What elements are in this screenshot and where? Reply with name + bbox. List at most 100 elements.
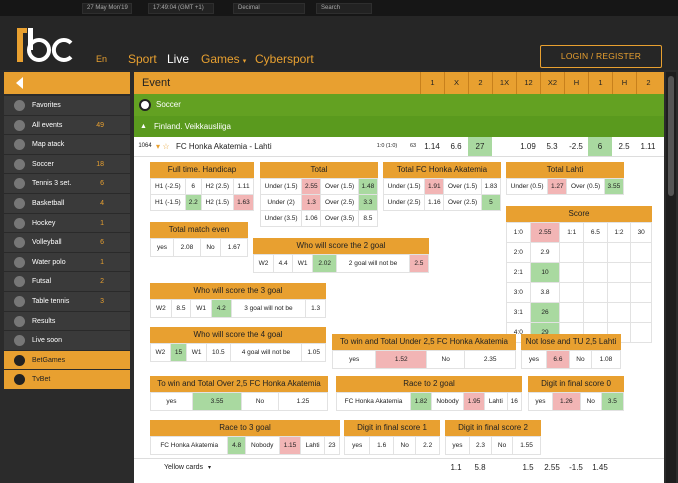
odds-cell[interactable]: 1.3 [301, 194, 322, 211]
odds-cell[interactable] [583, 282, 608, 303]
odds-cell[interactable]: 8.5 [357, 210, 379, 227]
sidebar-item[interactable]: Results [4, 311, 130, 332]
odds-cell[interactable]: 16 [506, 392, 523, 411]
odds-cell[interactable]: -2.5 [564, 137, 588, 156]
nav-cybersport[interactable]: Cybersport [255, 52, 314, 66]
odds-cell[interactable]: -1.5 [564, 459, 588, 477]
odds-format-select[interactable]: Decimal [233, 3, 305, 14]
sidebar-item[interactable]: All events 49 [4, 115, 130, 136]
odds-cell[interactable]: 5 [480, 194, 502, 211]
odds-cell[interactable] [630, 262, 652, 283]
sidebar-item[interactable]: Favorites [4, 96, 130, 116]
odds-cell[interactable]: 1.1 [444, 459, 468, 477]
odds-cell[interactable]: 1.09 [516, 137, 540, 156]
sidebar-item[interactable]: Hockey 1 [4, 213, 130, 234]
odds-cell[interactable]: 1.26 [551, 392, 581, 411]
nav-sport[interactable]: Sport [128, 52, 157, 66]
sidebar-item[interactable]: Tennis 3 set. 6 [4, 174, 130, 194]
odds-cell[interactable]: 1.52 [375, 350, 428, 369]
login-register-button[interactable]: LOGIN / REGISTER [540, 45, 662, 68]
odds-cell[interactable]: 1.67 [220, 238, 248, 257]
sidebar-item[interactable]: Map atack [4, 135, 130, 155]
sidebar-item[interactable]: Basketball 4 [4, 193, 130, 214]
logo[interactable] [15, 24, 75, 66]
odds-cell[interactable]: 10 [529, 262, 561, 283]
scrollbar-thumb[interactable] [668, 76, 674, 196]
odds-cell[interactable]: 2.3 [468, 436, 493, 455]
odds-cell[interactable]: 2.35 [464, 350, 516, 369]
odds-cell[interactable]: 1.6 [369, 436, 394, 455]
odds-cell[interactable]: 2.02 [312, 254, 338, 273]
odds-cell[interactable]: 6.5 [583, 222, 608, 243]
odds-cell[interactable]: 1.63 [232, 194, 255, 211]
odds-cell[interactable] [630, 282, 652, 303]
odds-cell[interactable]: 15 [169, 343, 188, 362]
odds-cell[interactable] [630, 302, 652, 323]
odds-cell[interactable]: 4.2 [210, 299, 232, 318]
odds-cell[interactable] [630, 322, 652, 343]
odds-cell[interactable]: 6 [588, 137, 612, 156]
odds-cell[interactable]: 1.45 [588, 459, 612, 477]
nav-live[interactable]: Live [167, 52, 189, 66]
odds-cell[interactable]: 6.6 [444, 137, 468, 156]
odds-cell[interactable]: 6 [184, 178, 202, 195]
odds-cell[interactable]: 1.11 [636, 137, 660, 156]
odds-cell[interactable]: 3.8 [529, 282, 561, 303]
sidebar-item[interactable]: BetGames [4, 350, 130, 371]
odds-cell[interactable]: 1.27 [547, 178, 568, 195]
odds-cell[interactable]: 1.08 [590, 350, 622, 369]
odds-cell[interactable]: 1.48 [357, 178, 379, 195]
odds-cell[interactable] [583, 262, 608, 283]
odds-cell[interactable]: 1.83 [480, 178, 502, 195]
odds-cell[interactable]: 3.55 [603, 178, 625, 195]
odds-cell[interactable]: 1.95 [463, 392, 485, 411]
odds-cell[interactable]: 2.2 [184, 194, 202, 211]
match-name[interactable]: FC Honka Akatemia - Lahti [176, 137, 296, 156]
sidebar-item[interactable]: Volleyball 6 [4, 233, 130, 253]
odds-cell[interactable]: 8.5 [170, 299, 192, 318]
odds-cell[interactable]: 1.14 [420, 137, 444, 156]
sport-header[interactable]: Soccer [134, 94, 664, 116]
odds-cell[interactable]: 5.3 [540, 137, 564, 156]
odds-cell[interactable]: 2.9 [529, 242, 561, 263]
odds-cell[interactable]: 3.5 [600, 392, 625, 411]
nav-games[interactable]: Games ▾ [201, 52, 246, 66]
odds-cell[interactable]: 2.55 [529, 222, 561, 243]
odds-cell[interactable]: 2.5 [612, 137, 636, 156]
odds-cell[interactable]: 1.06 [301, 210, 322, 227]
sidebar-item[interactable]: TvBet [4, 370, 130, 390]
odds-cell[interactable] [492, 137, 516, 156]
odds-cell[interactable]: 2.5 [408, 254, 430, 273]
odds-cell[interactable]: 27 [468, 137, 492, 156]
odds-cell[interactable]: 10.5 [205, 343, 231, 362]
sidebar-item[interactable]: Soccer 18 [4, 154, 130, 175]
yellow-cards-row[interactable]: Yellow cards ▾ 1.1 5.8 1.5 2.55 -1.5 1.45 [134, 458, 664, 476]
odds-cell[interactable]: 1.55 [512, 436, 541, 455]
odds-cell[interactable] [583, 242, 608, 263]
odds-cell[interactable]: 6.6 [545, 350, 571, 369]
odds-cell[interactable]: 1.5 [516, 459, 540, 477]
search-input[interactable]: Search [316, 3, 372, 14]
odds-cell[interactable]: 4.8 [227, 436, 246, 455]
odds-cell[interactable]: 2.08 [173, 238, 201, 257]
odds-cell[interactable]: 1.82 [410, 392, 432, 411]
back-button[interactable] [4, 72, 130, 94]
sidebar-item[interactable]: Table tennis 3 [4, 291, 130, 312]
odds-cell[interactable]: 2.2 [415, 436, 440, 455]
star-icon[interactable]: ☆ [161, 137, 171, 156]
odds-cell[interactable] [583, 302, 608, 323]
odds-cell[interactable]: 1.15 [278, 436, 302, 455]
league-header[interactable]: ▲ Finland. Veikkausliiga [134, 116, 664, 137]
language-selector[interactable]: En [96, 54, 107, 64]
odds-cell[interactable]: 1.25 [277, 392, 329, 411]
odds-cell[interactable]: 4.4 [273, 254, 294, 273]
odds-cell[interactable]: 3.3 [357, 194, 379, 211]
odds-cell[interactable]: 26 [529, 302, 561, 323]
scrollbar[interactable] [666, 72, 676, 483]
odds-cell[interactable]: 1.91 [424, 178, 445, 195]
odds-cell[interactable]: 1.05 [301, 343, 326, 362]
odds-cell[interactable]: 2.55 [301, 178, 322, 195]
odds-cell[interactable]: 30 [630, 222, 652, 243]
odds-cell[interactable]: 1.16 [424, 194, 445, 211]
odds-cell[interactable] [630, 242, 652, 263]
